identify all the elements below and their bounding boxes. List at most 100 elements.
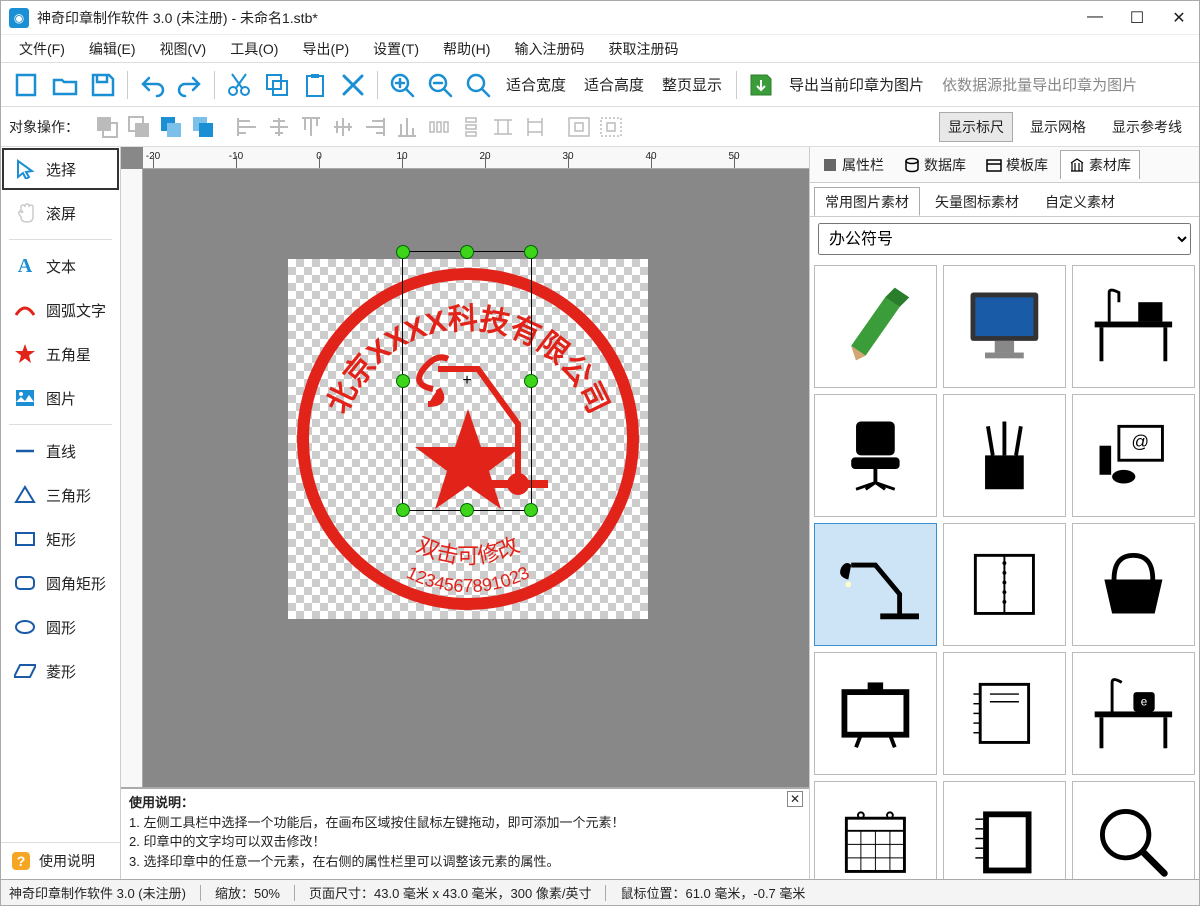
subtab-common[interactable]: 常用图片素材 bbox=[814, 187, 920, 216]
zoom-fit-button[interactable] bbox=[460, 67, 496, 103]
asset-calendar[interactable] bbox=[814, 781, 937, 879]
open-button[interactable] bbox=[47, 67, 83, 103]
full-show-button[interactable]: 整页显示 bbox=[654, 70, 730, 99]
send-forward-icon[interactable] bbox=[187, 111, 219, 143]
asset-whiteboard[interactable] bbox=[814, 652, 937, 775]
subtab-vector[interactable]: 矢量图标素材 bbox=[924, 187, 1030, 216]
ruler-horizontal[interactable]: -20-10010203040506070 bbox=[143, 147, 809, 169]
align-center-h-icon[interactable] bbox=[263, 111, 295, 143]
cut-button[interactable] bbox=[221, 67, 257, 103]
distribute-v-icon[interactable] bbox=[455, 111, 487, 143]
copy-button[interactable] bbox=[259, 67, 295, 103]
align-top-icon[interactable] bbox=[295, 111, 327, 143]
align-page-v-icon[interactable] bbox=[595, 111, 627, 143]
star-icon bbox=[14, 343, 36, 365]
help-button[interactable]: ? 使用说明 bbox=[1, 842, 120, 879]
export-batch-button[interactable]: 依数据源批量导出印章为图片 bbox=[934, 70, 1145, 99]
asset-penholder[interactable] bbox=[943, 394, 1066, 517]
menu-tools[interactable]: 工具(O) bbox=[220, 37, 288, 61]
zoom-in-button[interactable] bbox=[384, 67, 420, 103]
close-button[interactable]: ✕ bbox=[1167, 8, 1191, 28]
toggle-grid[interactable]: 显示网格 bbox=[1021, 112, 1095, 142]
tool-triangle[interactable]: 三角形 bbox=[2, 474, 119, 516]
maximize-button[interactable]: ☐ bbox=[1125, 8, 1149, 28]
asset-desk[interactable] bbox=[1072, 265, 1195, 388]
help-line1: 1. 左侧工具栏中选择一个功能后，在画布区域按住鼠标左键拖动，即可添加一个元素！ bbox=[129, 815, 624, 830]
zoom-out-button[interactable] bbox=[422, 67, 458, 103]
bring-back-icon[interactable] bbox=[91, 111, 123, 143]
fit-height-button[interactable]: 适合高度 bbox=[576, 70, 652, 99]
tool-star[interactable]: 五角星 bbox=[2, 333, 119, 375]
distribute-h-icon[interactable] bbox=[423, 111, 455, 143]
tab-templates[interactable]: 模板库 bbox=[978, 151, 1056, 179]
help-icon: ? bbox=[11, 851, 31, 871]
asset-book[interactable] bbox=[943, 652, 1066, 775]
tool-line-label: 直线 bbox=[46, 441, 76, 462]
category-select[interactable]: 办公符号 bbox=[818, 223, 1191, 255]
round-rect-icon bbox=[14, 572, 36, 594]
asset-chair[interactable] bbox=[814, 394, 937, 517]
close-help-button[interactable]: ✕ bbox=[787, 791, 803, 807]
tab-props[interactable]: 属性栏 bbox=[814, 151, 892, 179]
subtab-custom[interactable]: 自定义素材 bbox=[1034, 187, 1126, 216]
paste-button[interactable] bbox=[297, 67, 333, 103]
asset-desk2[interactable]: e bbox=[1072, 652, 1195, 775]
tab-db[interactable]: 数据库 bbox=[896, 151, 974, 179]
delete-button[interactable] bbox=[335, 67, 371, 103]
tool-round-rect[interactable]: 圆角矩形 bbox=[2, 562, 119, 604]
same-height-icon[interactable] bbox=[519, 111, 551, 143]
menu-view[interactable]: 视图(V) bbox=[150, 37, 217, 61]
asset-basket[interactable] bbox=[1072, 523, 1195, 646]
send-backward-icon[interactable] bbox=[155, 111, 187, 143]
tool-pan-label: 滚屏 bbox=[46, 203, 76, 224]
ruler-vertical[interactable] bbox=[121, 169, 143, 879]
undo-button[interactable] bbox=[134, 67, 170, 103]
left-tool-panel: 选择 滚屏 A 文本 圆弧文字 五角星 图片 bbox=[1, 147, 121, 879]
new-button[interactable] bbox=[9, 67, 45, 103]
tool-image[interactable]: 图片 bbox=[2, 377, 119, 419]
menu-enter-key[interactable]: 输入注册码 bbox=[504, 37, 594, 61]
menu-help[interactable]: 帮助(H) bbox=[433, 37, 500, 61]
tab-assets[interactable]: 素材库 bbox=[1060, 150, 1140, 179]
redo-button[interactable] bbox=[172, 67, 208, 103]
fit-width-button[interactable]: 适合宽度 bbox=[498, 70, 574, 99]
toggle-ruler[interactable]: 显示标尺 bbox=[939, 112, 1013, 142]
menu-export[interactable]: 导出(P) bbox=[292, 37, 359, 61]
align-center-v-icon[interactable] bbox=[327, 111, 359, 143]
asset-lamp[interactable] bbox=[814, 523, 937, 646]
asset-monitor[interactable] bbox=[943, 265, 1066, 388]
save-button[interactable] bbox=[85, 67, 121, 103]
main-toolbar: 适合宽度 适合高度 整页显示 导出当前印章为图片 依数据源批量导出印章为图片 bbox=[1, 63, 1199, 107]
asset-magnifier[interactable] bbox=[1072, 781, 1195, 879]
align-right-icon[interactable] bbox=[359, 111, 391, 143]
toggle-guides[interactable]: 显示参考线 bbox=[1103, 112, 1191, 142]
tool-rect[interactable]: 矩形 bbox=[2, 518, 119, 560]
tool-ellipse[interactable]: 圆形 bbox=[2, 606, 119, 648]
asset-diary[interactable] bbox=[943, 781, 1066, 879]
bring-front-icon[interactable] bbox=[123, 111, 155, 143]
asset-computer[interactable]: @ bbox=[1072, 394, 1195, 517]
asset-pencil[interactable] bbox=[814, 265, 937, 388]
export-current-button[interactable]: 导出当前印章为图片 bbox=[781, 70, 932, 99]
tool-rhombus[interactable]: 菱形 bbox=[2, 650, 119, 692]
selection-box[interactable]: + bbox=[402, 251, 532, 511]
minimize-button[interactable]: — bbox=[1083, 8, 1107, 28]
tool-line[interactable]: 直线 bbox=[2, 430, 119, 472]
menu-edit[interactable]: 编辑(E) bbox=[79, 37, 146, 61]
align-label: 对象操作： bbox=[9, 117, 79, 137]
align-bottom-icon[interactable] bbox=[391, 111, 423, 143]
tool-select[interactable]: 选择 bbox=[2, 148, 119, 190]
same-width-icon[interactable] bbox=[487, 111, 519, 143]
tool-arc-text[interactable]: 圆弧文字 bbox=[2, 289, 119, 331]
menu-file[interactable]: 文件(F) bbox=[9, 37, 75, 61]
export-icon[interactable] bbox=[743, 67, 779, 103]
tool-pan[interactable]: 滚屏 bbox=[2, 192, 119, 234]
align-page-h-icon[interactable] bbox=[563, 111, 595, 143]
menu-settings[interactable]: 设置(T) bbox=[363, 37, 429, 61]
asset-notebook[interactable] bbox=[943, 523, 1066, 646]
canvas-viewport[interactable]: 北京XXXX科技有限公司 双击可修改 1234567891023 bbox=[143, 169, 809, 787]
asset-grid: @ e bbox=[810, 261, 1199, 879]
align-left-icon[interactable] bbox=[231, 111, 263, 143]
tool-text[interactable]: A 文本 bbox=[2, 245, 119, 287]
menu-get-key[interactable]: 获取注册码 bbox=[598, 37, 688, 61]
